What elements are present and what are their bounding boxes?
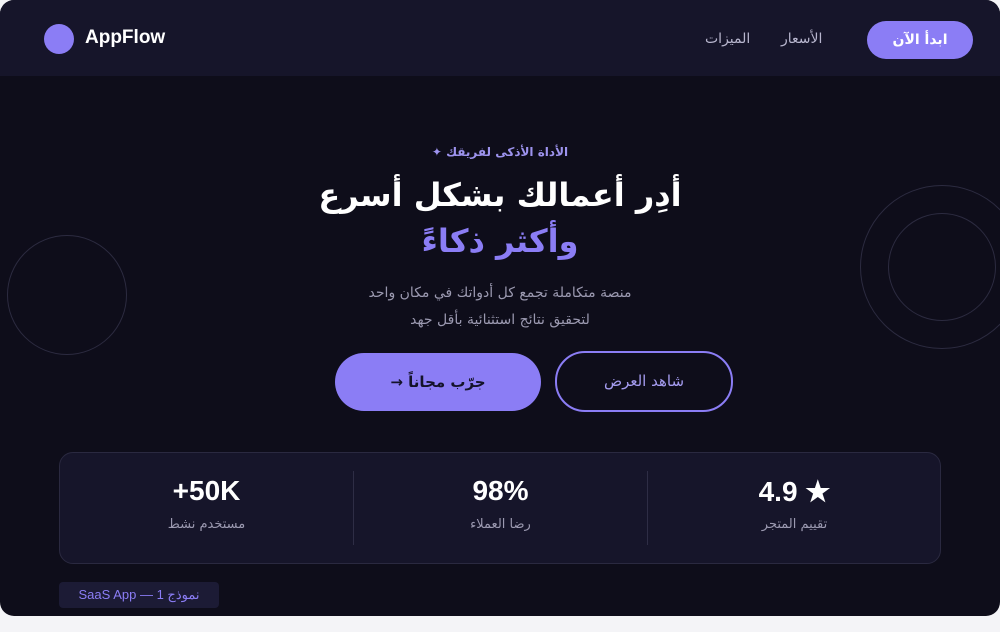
hero-subtitle: لتحقيق نتائج استثنائية بأقل جهد	[410, 312, 590, 328]
stat-active-users: +50K مستخدم نشط	[60, 453, 353, 563]
stats-card: +50K مستخدم نشط 98% رضا العملاء 4.9 ★ تق…	[59, 452, 941, 564]
stat-satisfaction: 98% رضا العملاء	[354, 453, 647, 563]
try-free-button[interactable]: جرّب مجاناً →	[335, 353, 541, 411]
hero-title: أدِر أعمالك بشكل أسرع	[318, 176, 682, 214]
logo-icon	[44, 24, 74, 54]
stat-label: رضا العملاء	[470, 517, 531, 532]
stat-label: تقييم المتجر	[761, 517, 828, 532]
template-badge: SaaS App — نموذج 1	[59, 582, 219, 608]
hero-subtitle: منصة متكاملة تجمع كل أدواتك في مكان واحد	[368, 285, 632, 301]
stat-value: 98%	[472, 475, 529, 506]
start-now-button[interactable]: ابدأ الآن	[867, 21, 973, 59]
nav-link-features[interactable]: الميزات	[705, 31, 750, 47]
stat-value: 4.9 ★	[758, 476, 831, 507]
watch-demo-button[interactable]: شاهد العرض	[555, 351, 733, 412]
top-navbar: AppFlow الميزات الأسعار ابدأ الآن	[0, 0, 1000, 76]
stat-store-rating: 4.9 ★ تقييم المتجر	[648, 453, 941, 563]
app-frame: AppFlow الميزات الأسعار ابدأ الآن الأداة…	[0, 0, 1000, 616]
hero-title-highlight: وأكثر ذكاءً	[421, 222, 579, 260]
brand-name[interactable]: AppFlow	[85, 27, 165, 49]
hero-tagline: الأداة الأذكى لفريقك ✦	[431, 145, 569, 159]
nav-link-pricing[interactable]: الأسعار	[781, 31, 822, 47]
stat-label: مستخدم نشط	[167, 517, 246, 532]
stat-value: +50K	[172, 475, 241, 506]
